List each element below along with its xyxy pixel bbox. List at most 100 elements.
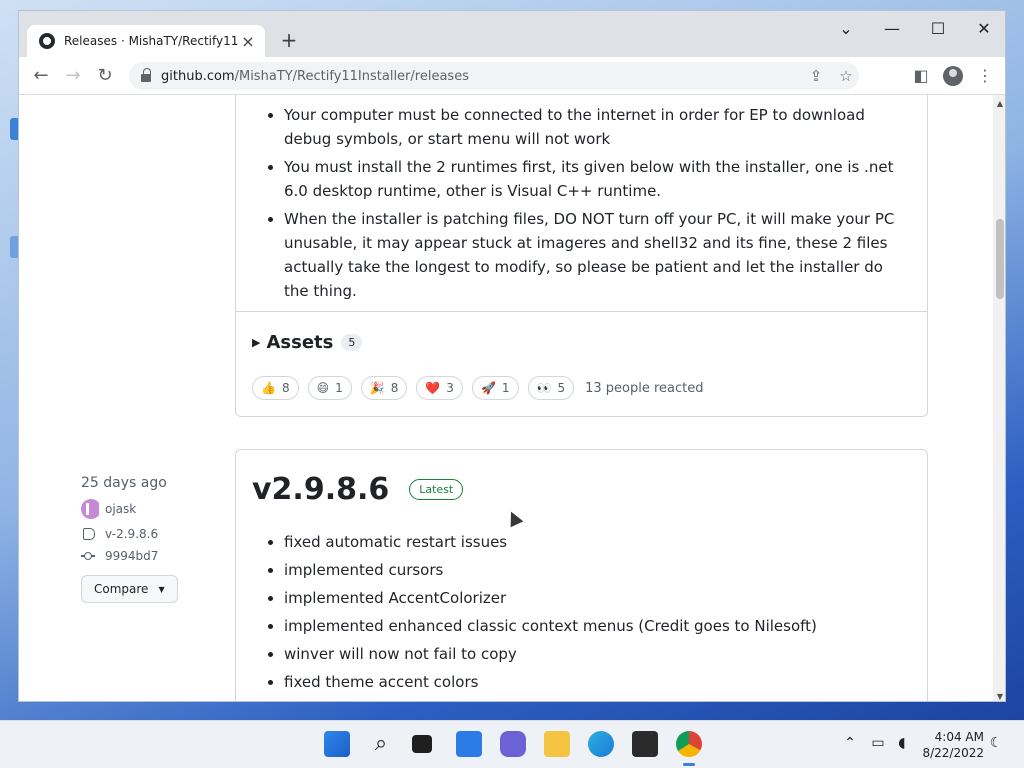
reaction-count: 8 xyxy=(281,381,290,395)
assets-section: ▶ Assets 5 👍 8 😄 1 🎉 8 ❤️ 3 🚀 1 👀 5 13 people … xyxy=(236,311,927,417)
tab-search-icon[interactable]: ⌄ xyxy=(823,15,869,43)
tag-icon xyxy=(83,528,95,540)
scroll-down-arrow-icon[interactable]: ▼ xyxy=(995,692,1005,701)
release-notes-list: Your computer must be connected to the i… xyxy=(284,103,904,307)
side-panel-icon[interactable]: ◧ xyxy=(909,64,933,88)
changelog-item: implemented AccentColorizer xyxy=(284,586,904,610)
reaction-rocket[interactable]: 🚀 1 xyxy=(471,376,519,400)
taskbar: ⌕ ⌃ ▭ ◖ 4:04 AM 8/22/2022 ☾ xyxy=(0,720,1024,768)
eyes-icon: 👀 xyxy=(536,381,552,395)
address-bar[interactable]: github.com/MishaTY/Rectify11Installer/re… xyxy=(129,62,859,90)
reaction-hooray[interactable]: 🎉 8 xyxy=(360,376,408,400)
file-explorer-icon[interactable] xyxy=(544,731,570,757)
reload-button[interactable]: ↻ xyxy=(93,64,117,88)
github-icon xyxy=(39,33,55,49)
new-tab-button[interactable]: + xyxy=(277,28,301,52)
tray-overflow-icon[interactable]: ⌃ xyxy=(840,735,860,751)
commit-hash[interactable]: 9994bd7 xyxy=(105,549,158,563)
latest-badge: Latest xyxy=(409,479,464,500)
heart-icon: ❤️ xyxy=(425,381,441,395)
forward-button[interactable]: → xyxy=(61,64,85,88)
hooray-icon: 🎉 xyxy=(369,381,385,395)
clock[interactable]: 4:04 AM 8/22/2022 xyxy=(922,729,984,761)
compare-label: Compare xyxy=(94,582,149,596)
release-header: v2.9.8.6 Latest xyxy=(252,472,464,507)
release-author[interactable]: ojask xyxy=(81,499,201,519)
browser-toolbar: ← → ↻ github.com/MishaTY/Rectify11Instal… xyxy=(19,57,1005,95)
caret-down-icon: ▼ xyxy=(158,584,165,594)
url-path: /MishaTY/Rectify11Installer/releases xyxy=(234,68,469,84)
back-button[interactable]: ← xyxy=(29,64,53,88)
reaction-eyes[interactable]: 👀 5 xyxy=(527,376,575,400)
reacted-summary[interactable]: 13 people reacted xyxy=(585,381,703,396)
widgets-icon[interactable] xyxy=(456,731,482,757)
chrome-icon[interactable] xyxy=(676,731,702,757)
changelog-item: implemented cursors xyxy=(284,558,904,582)
edge-icon[interactable] xyxy=(588,731,614,757)
clock-time: 4:04 AM xyxy=(934,730,984,744)
compare-button[interactable]: Compare ▼ xyxy=(81,575,178,603)
url-text[interactable]: github.com/MishaTY/Rectify11Installer/re… xyxy=(161,69,469,84)
release-card-latest: v2.9.8.6 Latest fixed automatic restart … xyxy=(235,449,928,701)
tag-name[interactable]: v-2.9.8.6 xyxy=(105,527,158,541)
release-version-title[interactable]: v2.9.8.6 xyxy=(252,472,389,507)
laugh-icon: 😄 xyxy=(316,381,330,395)
author-avatar[interactable] xyxy=(81,499,102,519)
assets-count: 5 xyxy=(341,334,363,351)
release-note-item: You must install the 2 runtimes first, i… xyxy=(284,155,904,203)
reaction-thumbs-up[interactable]: 👍 8 xyxy=(252,376,299,400)
volume-icon[interactable]: ◖ xyxy=(892,735,912,751)
release-note-item: When the installer is patching files, DO… xyxy=(284,207,904,303)
release-time-ago[interactable]: 25 days ago xyxy=(81,475,201,491)
release-note-item: Your computer must be connected to the i… xyxy=(284,103,904,151)
page-scrollbar[interactable]: ▲ ▼ xyxy=(993,95,1005,701)
changelog-list: fixed automatic restart issues implement… xyxy=(284,530,904,698)
scrollbar-thumb[interactable] xyxy=(996,219,1004,299)
changelog-item: winver will now not fail to copy xyxy=(284,642,904,666)
profile-button[interactable] xyxy=(941,64,965,88)
active-tab[interactable]: Releases · MishaTY/Rectify11Installer × xyxy=(27,25,265,57)
bookmark-star-icon[interactable]: ☆ xyxy=(835,65,857,87)
search-icon[interactable]: ⌕ xyxy=(368,731,394,757)
lock-icon[interactable] xyxy=(141,68,151,82)
reaction-count: 3 xyxy=(446,381,454,395)
assets-toggle[interactable]: ▶ Assets 5 xyxy=(252,332,363,353)
author-name[interactable]: ojask xyxy=(105,502,136,516)
changelog-item: implemented enhanced classic context men… xyxy=(284,614,904,638)
notifications-icon[interactable]: ☾ xyxy=(986,735,1006,751)
share-icon[interactable]: ⇪ xyxy=(805,65,827,87)
minimize-button[interactable]: — xyxy=(869,15,915,43)
network-icon[interactable]: ▭ xyxy=(868,735,888,751)
start-button[interactable] xyxy=(324,731,350,757)
browser-window: Releases · MishaTY/Rectify11Installer × … xyxy=(18,10,1006,702)
expand-triangle-icon: ▶ xyxy=(252,336,261,349)
reaction-count: 1 xyxy=(501,381,510,395)
scroll-up-arrow-icon[interactable]: ▲ xyxy=(995,99,1005,108)
reaction-count: 1 xyxy=(335,381,343,395)
reaction-count: 5 xyxy=(557,381,566,395)
url-host: github.com xyxy=(161,68,235,84)
close-window-button[interactable]: ✕ xyxy=(961,15,1005,43)
reaction-count: 8 xyxy=(390,381,399,395)
thumbs-up-icon: 👍 xyxy=(261,381,276,395)
reaction-laugh[interactable]: 😄 1 xyxy=(307,376,352,400)
reaction-heart[interactable]: ❤️ 3 xyxy=(416,376,463,400)
maximize-button[interactable]: ☐ xyxy=(915,15,961,43)
task-view-icon[interactable] xyxy=(412,735,432,753)
release-card-previous: Your computer must be connected to the i… xyxy=(235,95,928,417)
release-commit[interactable]: 9994bd7 xyxy=(81,549,201,563)
store-icon[interactable] xyxy=(632,731,658,757)
release-tag[interactable]: v-2.9.8.6 xyxy=(81,527,201,541)
changelog-item: fixed automatic restart issues xyxy=(284,530,904,554)
profile-avatar-icon xyxy=(943,66,963,86)
rocket-icon: 🚀 xyxy=(480,381,496,395)
page-viewport: Your computer must be connected to the i… xyxy=(19,95,1005,701)
menu-kebab-icon[interactable]: ⋮ xyxy=(973,64,997,88)
reactions-bar: 👍 8 😄 1 🎉 8 ❤️ 3 🚀 1 👀 5 13 people reacted xyxy=(252,376,704,400)
tab-strip: Releases · MishaTY/Rectify11Installer × … xyxy=(19,11,1005,57)
chat-icon[interactable] xyxy=(500,731,526,757)
tab-close-icon[interactable]: × xyxy=(239,32,257,51)
commit-icon xyxy=(81,550,95,562)
release-sidebar-meta: 25 days ago ojask v-2.9.8.6 9994bd7 Comp… xyxy=(81,475,201,603)
assets-title: Assets xyxy=(266,332,334,353)
